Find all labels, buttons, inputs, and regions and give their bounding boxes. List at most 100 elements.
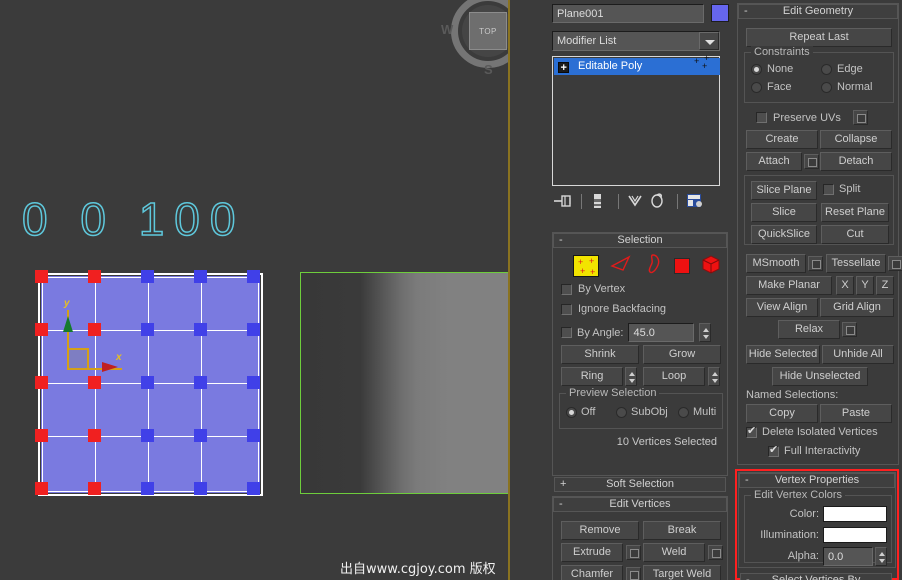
modifier-list-dropdown[interactable]: Modifier List: [552, 31, 720, 51]
unhide-all-button[interactable]: Unhide All: [822, 345, 894, 364]
by-angle-input[interactable]: 45.0: [628, 323, 695, 342]
ignore-backfacing-checkbox-row[interactable]: Ignore Backfacing: [561, 303, 666, 315]
by-vertex-checkbox-row[interactable]: By Vertex: [561, 283, 625, 295]
by-angle-spinner[interactable]: [699, 323, 712, 342]
copy-button[interactable]: Copy: [746, 404, 818, 423]
configure-modifier-sets-icon[interactable]: [685, 192, 707, 211]
preview-subobj-radio-row[interactable]: SubObj: [616, 406, 668, 418]
by-angle-checkbox[interactable]: [561, 327, 572, 338]
collapse-button[interactable]: Collapse: [820, 130, 892, 149]
hide-selected-button[interactable]: Hide Selected: [746, 345, 820, 364]
constraint-none-radio[interactable]: [751, 63, 762, 75]
detach-button[interactable]: Detach: [820, 152, 892, 171]
border-icon[interactable]: [645, 253, 663, 278]
chevron-down-icon[interactable]: [699, 32, 719, 50]
vertex-properties-rollout-header[interactable]: - Vertex Properties: [739, 473, 895, 488]
pin-stack-icon[interactable]: [552, 192, 574, 211]
chamfer-settings-button[interactable]: [626, 567, 641, 580]
object-color-swatch[interactable]: [711, 4, 729, 22]
weld-settings-button[interactable]: [708, 545, 723, 560]
break-button[interactable]: Break: [643, 521, 721, 540]
quickslice-button[interactable]: QuickSlice: [751, 225, 817, 244]
vertex-handle[interactable]: [247, 376, 260, 389]
split-checkbox[interactable]: [823, 183, 834, 195]
vertex-handle[interactable]: [247, 270, 260, 283]
delete-isolated-vertices-checkbox[interactable]: [746, 424, 757, 438]
create-button[interactable]: Create: [746, 130, 818, 149]
vertex-handle[interactable]: [247, 429, 260, 442]
reset-plane-button[interactable]: Reset Plane: [821, 203, 889, 222]
vertex-handle[interactable]: [194, 323, 207, 336]
vertex-handle[interactable]: [194, 429, 207, 442]
edit-vertices-rollout-header[interactable]: - Edit Vertices: [553, 497, 727, 512]
make-planar-button[interactable]: Make Planar: [746, 276, 832, 295]
element-icon[interactable]: [701, 254, 721, 277]
vertex-handle-selected[interactable]: [88, 429, 101, 442]
grow-button[interactable]: Grow: [643, 345, 721, 364]
full-interactivity-checkbox[interactable]: [768, 443, 779, 457]
sub-object-level-buttons[interactable]: + + + +: [573, 253, 721, 278]
rollout-toggle-icon[interactable]: -: [559, 234, 563, 247]
attach-settings-button[interactable]: [804, 154, 819, 169]
msmooth-settings-button[interactable]: [808, 256, 823, 271]
attach-button[interactable]: Attach: [746, 152, 802, 171]
alpha-spinner[interactable]: [875, 547, 887, 566]
remove-modifier-icon[interactable]: [648, 192, 670, 211]
cut-button[interactable]: Cut: [821, 225, 889, 244]
alpha-input[interactable]: 0.0: [823, 547, 873, 566]
axis-tripod[interactable]: y x: [62, 298, 122, 380]
rollout-toggle-icon[interactable]: +: [560, 478, 566, 491]
tessellate-settings-button[interactable]: [888, 256, 902, 271]
vertex-handle[interactable]: [141, 270, 154, 283]
repeat-last-button[interactable]: Repeat Last: [746, 28, 892, 47]
make-planar-y-button[interactable]: Y: [856, 276, 874, 295]
rollout-toggle-icon[interactable]: -: [745, 474, 749, 487]
constraint-none-radio-row[interactable]: None: [751, 63, 793, 75]
rollout-toggle-icon[interactable]: -: [559, 498, 563, 511]
view-align-button[interactable]: View Align: [746, 298, 818, 317]
hide-unselected-button[interactable]: Hide Unselected: [772, 367, 868, 386]
vertex-handle-selected[interactable]: [88, 270, 101, 283]
modifier-stack[interactable]: Editable Poly + + +: [552, 54, 720, 186]
paste-button[interactable]: Paste: [820, 404, 892, 423]
axis-xy-plane-handle[interactable]: [67, 348, 89, 370]
constraint-normal-radio-row[interactable]: Normal: [821, 81, 872, 93]
preserve-uvs-checkbox[interactable]: [756, 112, 767, 123]
vertex-handle[interactable]: [141, 429, 154, 442]
target-weld-button[interactable]: Target Weld: [643, 565, 721, 580]
preserve-uvs-settings-button[interactable]: [852, 110, 868, 125]
axis-y-arrow[interactable]: [63, 316, 73, 332]
preview-multi-radio-row[interactable]: Multi: [678, 406, 716, 418]
msmooth-button[interactable]: MSmooth: [746, 254, 806, 273]
preserve-uvs-row[interactable]: Preserve UVs: [756, 110, 868, 125]
edit-geometry-rollout-header[interactable]: - Edit Geometry: [738, 4, 898, 19]
make-planar-x-button[interactable]: X: [836, 276, 854, 295]
vertex-handle[interactable]: [194, 482, 207, 495]
viewport-top[interactable]: TOP W E S 0 0 100 y x 出自www.cg: [0, 0, 508, 580]
edge-icon[interactable]: [610, 254, 634, 277]
select-vertices-by-rollout-header[interactable]: - Select Vertices By: [740, 573, 892, 580]
slice-button[interactable]: Slice: [751, 203, 817, 222]
preview-off-radio[interactable]: [566, 406, 577, 418]
viewcube[interactable]: TOP W E S: [441, 0, 508, 77]
modifier-stack-item-editable-poly[interactable]: Editable Poly + + +: [554, 54, 720, 77]
loop-button[interactable]: Loop: [643, 367, 705, 386]
vertex-handle[interactable]: [247, 482, 260, 495]
object-name-input[interactable]: [552, 4, 704, 23]
delete-isolated-vertices-row[interactable]: Delete Isolated Vertices: [746, 424, 878, 438]
vertex-handle-selected[interactable]: [35, 482, 48, 495]
by-angle-row[interactable]: By Angle: 45.0: [561, 323, 712, 342]
polygon-icon[interactable]: [674, 257, 690, 274]
vertex-handle-selected[interactable]: [88, 482, 101, 495]
preview-multi-radio[interactable]: [678, 406, 689, 418]
selection-rollout-header[interactable]: - Selection: [553, 233, 727, 248]
relax-button[interactable]: Relax: [778, 320, 840, 339]
vertex-handle-selected[interactable]: [35, 323, 48, 336]
grid-align-button[interactable]: Grid Align: [820, 298, 894, 317]
vertex-icon[interactable]: + + + +: [573, 254, 599, 277]
rollout-toggle-icon[interactable]: -: [744, 5, 748, 18]
vertex-handle[interactable]: [141, 376, 154, 389]
expand-plus-icon[interactable]: [558, 60, 569, 77]
soft-selection-rollout-header[interactable]: + Soft Selection: [554, 477, 726, 492]
vertex-handle[interactable]: [194, 376, 207, 389]
